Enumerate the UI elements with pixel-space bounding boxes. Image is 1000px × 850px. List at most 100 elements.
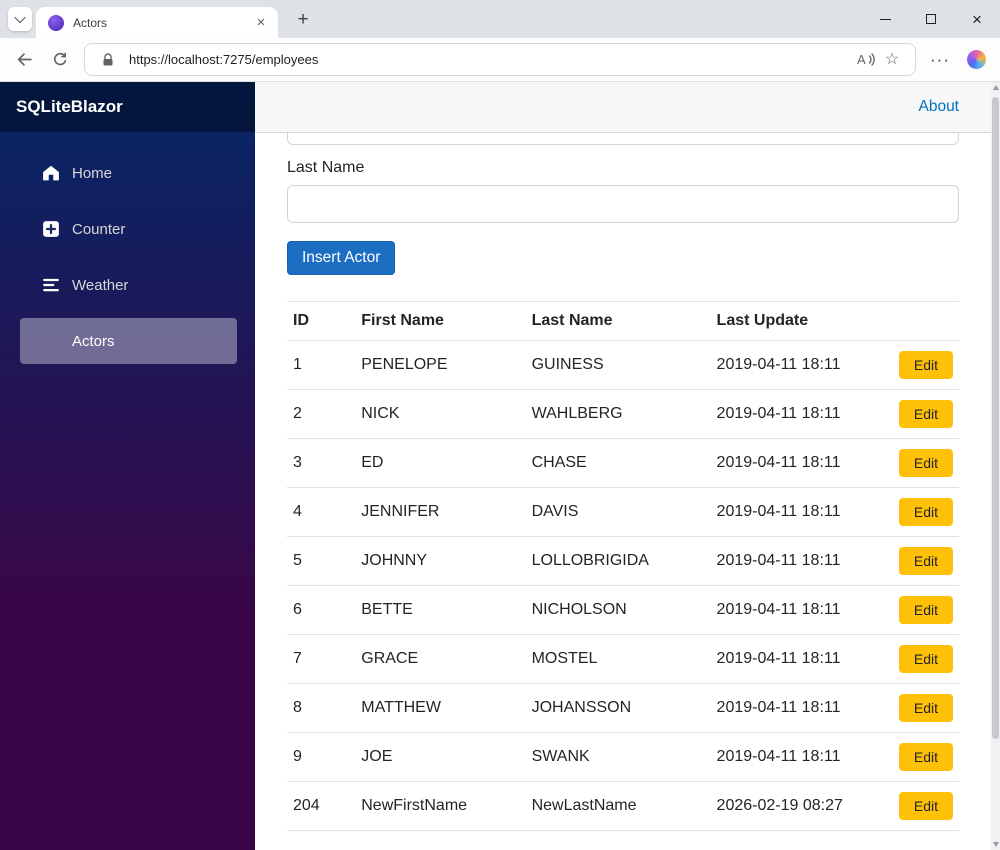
window-maximize-button[interactable] [908,0,954,38]
cell-actions: Edit [892,634,959,684]
edit-button[interactable]: Edit [898,694,953,722]
edit-button[interactable]: Edit [898,351,953,379]
cell-last-name: MOSTEL [525,634,711,684]
window-controls: × [862,0,1000,38]
cell-actions: Edit [892,585,959,635]
last-name-input[interactable] [287,185,959,223]
about-link[interactable]: About [918,98,959,116]
cell-actions: Edit [892,536,959,586]
cell-last-name: WAHLBERG [525,389,711,439]
cell-actions: Edit [892,683,959,733]
close-icon: × [972,9,982,29]
edit-button[interactable]: Edit [898,792,953,820]
favorites-button[interactable]: ☆ [879,47,905,73]
edit-button[interactable]: Edit [898,645,953,673]
cell-first-name: NewFirstName [355,781,526,831]
scrollbar-up-icon[interactable] [992,85,999,90]
cell-last-name: JOHANSSON [525,683,711,733]
sidebar-item-counter[interactable]: Counter [20,206,237,252]
copilot-icon [966,50,986,69]
tab-bar: Actors × + × [0,0,1000,38]
cell-last-name: LOLLOBRIGIDA [525,536,711,586]
cell-first-name: BETTE [355,585,526,635]
settings-more-button[interactable]: ··· [924,44,956,76]
browser-toolbar: https://localhost:7275/employees A ☆ ··· [0,38,1000,82]
header-id: ID [287,301,356,341]
cell-last-name: CHASE [525,438,711,488]
sidebar-item-label: Actors [72,332,115,350]
app-region: SQLiteBlazor Home Counter Weather Actors… [0,82,1000,850]
edit-button[interactable]: Edit [898,498,953,526]
cell-first-name: GRACE [355,634,526,684]
tab-close-icon[interactable]: × [252,14,270,32]
table-row: 204 NewFirstName NewLastName 2026-02-19 … [287,781,959,831]
header-first-name: First Name [355,301,526,341]
copilot-button[interactable] [960,44,992,76]
cell-last-update: 2019-04-11 18:11 [710,683,893,733]
cell-id: 8 [287,683,356,733]
cell-last-name: SWANK [525,732,711,782]
star-icon: ☆ [884,50,900,68]
cell-first-name: JENNIFER [355,487,526,537]
maximize-icon [926,14,936,24]
first-name-input-partial[interactable] [287,133,959,145]
sidebar-item-actors[interactable]: Actors [20,318,237,364]
header-actions [892,301,959,341]
page-scrollbar[interactable] [991,82,1000,850]
cell-last-update: 2026-02-19 08:27 [710,781,893,831]
browser-tab[interactable]: Actors × [36,7,278,38]
cell-last-update: 2019-04-11 18:11 [710,487,893,537]
insert-actor-button[interactable]: Insert Actor [287,241,396,275]
plus-icon [42,220,60,238]
edit-button[interactable]: Edit [898,596,953,624]
table-row: 7 GRACE MOSTEL 2019-04-11 18:11 Edit [287,634,959,684]
refresh-button[interactable] [44,44,76,76]
cell-last-update: 2019-04-11 18:11 [710,389,893,439]
sidebar-nav: Home Counter Weather Actors [0,132,255,364]
back-button[interactable] [8,44,40,76]
table-row: 4 JENNIFER DAVIS 2019-04-11 18:11 Edit [287,487,959,537]
tab-actions-button[interactable] [8,7,32,31]
cell-id: 9 [287,732,356,782]
header-last-name: Last Name [525,301,711,341]
cell-id: 3 [287,438,356,488]
cell-last-name: NICHOLSON [525,585,711,635]
window-close-button[interactable]: × [954,0,1000,38]
cell-actions: Edit [892,389,959,439]
sidebar-item-weather[interactable]: Weather [20,262,237,308]
edit-button[interactable]: Edit [898,743,953,771]
brand-link[interactable]: SQLiteBlazor [0,82,255,132]
cell-id: 4 [287,487,356,537]
table-row: 2 NICK WAHLBERG 2019-04-11 18:11 Edit [287,389,959,439]
sidebar-item-home[interactable]: Home [20,150,237,196]
cell-last-name: DAVIS [525,487,711,537]
scrollbar-thumb[interactable] [992,97,999,739]
edit-button[interactable]: Edit [898,449,953,477]
cell-last-update: 2019-04-11 18:11 [710,732,893,782]
sidebar-item-label: Home [72,164,113,182]
address-bar[interactable]: https://localhost:7275/employees A ☆ [84,43,916,76]
cell-last-update: 2019-04-11 18:11 [710,536,893,586]
read-aloud-button[interactable]: A [853,47,879,73]
cell-first-name: NICK [355,389,526,439]
cell-actions: Edit [892,487,959,537]
cell-last-update: 2019-04-11 18:11 [710,340,893,390]
cell-last-update: 2019-04-11 18:11 [710,634,893,684]
url-text[interactable]: https://localhost:7275/employees [129,52,853,67]
last-name-label: Last Name [287,159,365,176]
sidebar: SQLiteBlazor Home Counter Weather Actors [0,82,255,850]
scrollbar-down-icon[interactable] [992,842,999,847]
table-row: 5 JOHNNY LOLLOBRIGIDA 2019-04-11 18:11 E… [287,536,959,586]
edit-button[interactable]: Edit [898,547,953,575]
blank-icon [42,332,60,350]
back-arrow-icon [17,53,32,66]
cell-first-name: JOE [355,732,526,782]
new-tab-button[interactable]: + [290,7,316,33]
cell-last-name: GUINESS [525,340,711,390]
scrollbar-track[interactable] [991,93,1000,839]
lock-icon[interactable] [95,47,121,73]
refresh-icon [54,52,67,65]
edit-button[interactable]: Edit [898,400,953,428]
table-row: 6 BETTE NICHOLSON 2019-04-11 18:11 Edit [287,585,959,635]
window-minimize-button[interactable] [862,0,908,38]
